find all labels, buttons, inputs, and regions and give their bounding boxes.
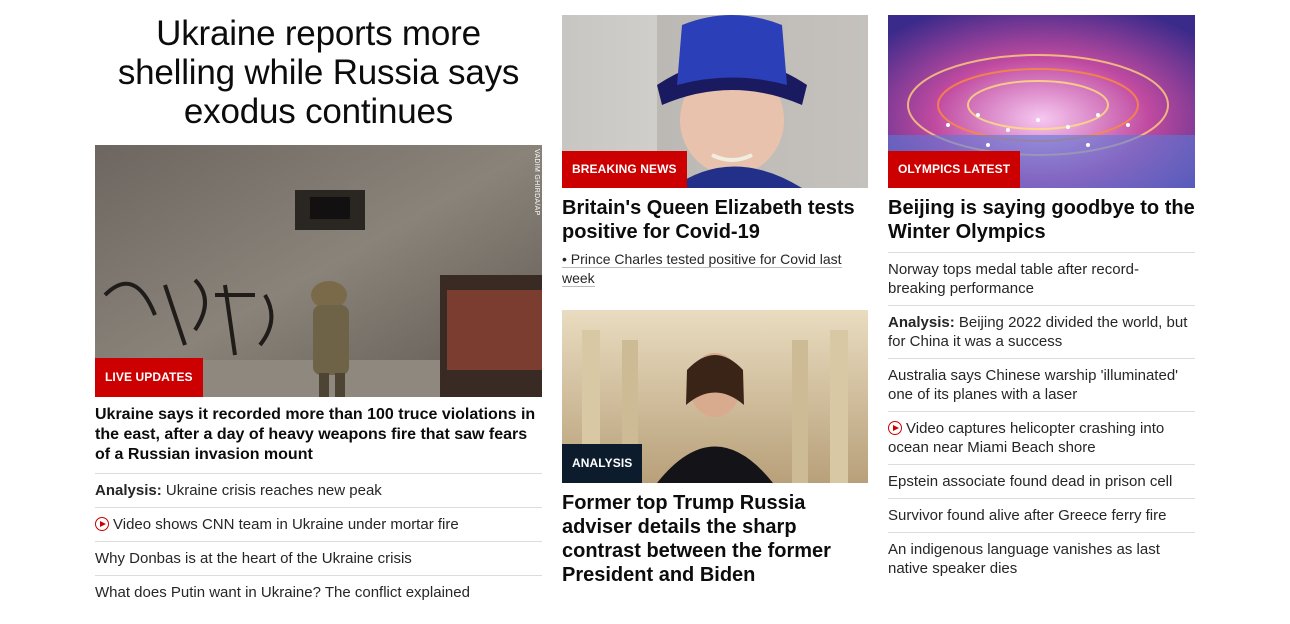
link-text: Epstein associate found dead in prison c… <box>888 473 1173 490</box>
related-link[interactable]: Australia says Chinese warship 'illumina… <box>888 359 1195 412</box>
olympics-story-title[interactable]: Beijing is saying goodbye to the Winter … <box>888 196 1195 253</box>
lead-related-links: Analysis: Ukraine crisis reaches new pea… <box>95 474 542 609</box>
adviser-story-title[interactable]: Former top Trump Russia adviser details … <box>562 491 868 587</box>
related-link[interactable]: What does Putin want in Ukraine? The con… <box>95 576 542 609</box>
related-link[interactable]: An indigenous language vanishes as last … <box>888 533 1195 585</box>
related-link[interactable]: Analysis: Beijing 2022 divided the world… <box>888 306 1195 359</box>
queen-image[interactable]: BREAKING NEWS <box>562 15 868 188</box>
breaking-news-badge: BREAKING NEWS <box>562 151 687 188</box>
link-text: Why Donbas is at the heart of the Ukrain… <box>95 550 412 567</box>
link-prefix: Analysis: <box>888 314 955 331</box>
related-link-video[interactable]: Video captures helicopter crashing into … <box>888 412 1195 465</box>
queen-related-link[interactable]: • Prince Charles tested positive for Cov… <box>562 250 868 288</box>
right-column: OLYMPICS LATEST Beijing is saying goodby… <box>888 0 1195 585</box>
play-icon <box>95 517 109 531</box>
related-link-video[interactable]: Video shows CNN team in Ukraine under mo… <box>95 508 542 542</box>
lead-image[interactable]: VADIM GHIRDA/AP LIVE UPDATES <box>95 145 542 397</box>
play-icon <box>888 421 902 435</box>
adviser-image[interactable]: ANALYSIS <box>562 310 868 483</box>
link-text: Video shows CNN team in Ukraine under mo… <box>113 516 459 533</box>
olympics-latest-badge: OLYMPICS LATEST <box>888 151 1021 188</box>
live-updates-badge: LIVE UPDATES <box>95 358 203 397</box>
related-link[interactable]: Survivor found alive after Greece ferry … <box>888 499 1195 533</box>
link-text: Survivor found alive after Greece ferry … <box>888 507 1167 524</box>
related-link[interactable]: Epstein associate found dead in prison c… <box>888 465 1195 499</box>
link-text: Australia says Chinese warship 'illumina… <box>888 367 1179 403</box>
lead-story-link[interactable]: Ukraine says it recorded more than 100 t… <box>95 405 542 474</box>
related-link[interactable]: Norway tops medal table after record-bre… <box>888 253 1195 306</box>
middle-column: BREAKING NEWS Britain's Queen Elizabeth … <box>562 0 868 587</box>
olympics-image[interactable]: OLYMPICS LATEST <box>888 15 1195 188</box>
right-related-links: Norway tops medal table after record-bre… <box>888 253 1195 585</box>
link-text: Norway tops medal table after record-bre… <box>888 261 1139 297</box>
link-text: • Prince Charles tested positive for Cov… <box>562 251 842 287</box>
lead-story-column: Ukraine reports more shelling while Russ… <box>95 0 542 609</box>
analysis-badge: ANALYSIS <box>562 444 643 483</box>
link-prefix: Analysis: <box>95 482 162 499</box>
related-link[interactable]: Analysis: Ukraine crisis reaches new pea… <box>95 474 542 508</box>
link-text: Ukraine crisis reaches new peak <box>161 482 382 499</box>
photo-credit: VADIM GHIRDA/AP <box>533 149 540 216</box>
lead-headline[interactable]: Ukraine reports more shelling while Russ… <box>95 14 542 131</box>
link-text: What does Putin want in Ukraine? The con… <box>95 584 470 601</box>
related-link[interactable]: Why Donbas is at the heart of the Ukrain… <box>95 542 542 576</box>
link-text: An indigenous language vanishes as last … <box>888 541 1160 577</box>
link-text: Video captures helicopter crashing into … <box>888 420 1165 456</box>
queen-story-title[interactable]: Britain's Queen Elizabeth tests positive… <box>562 196 868 244</box>
